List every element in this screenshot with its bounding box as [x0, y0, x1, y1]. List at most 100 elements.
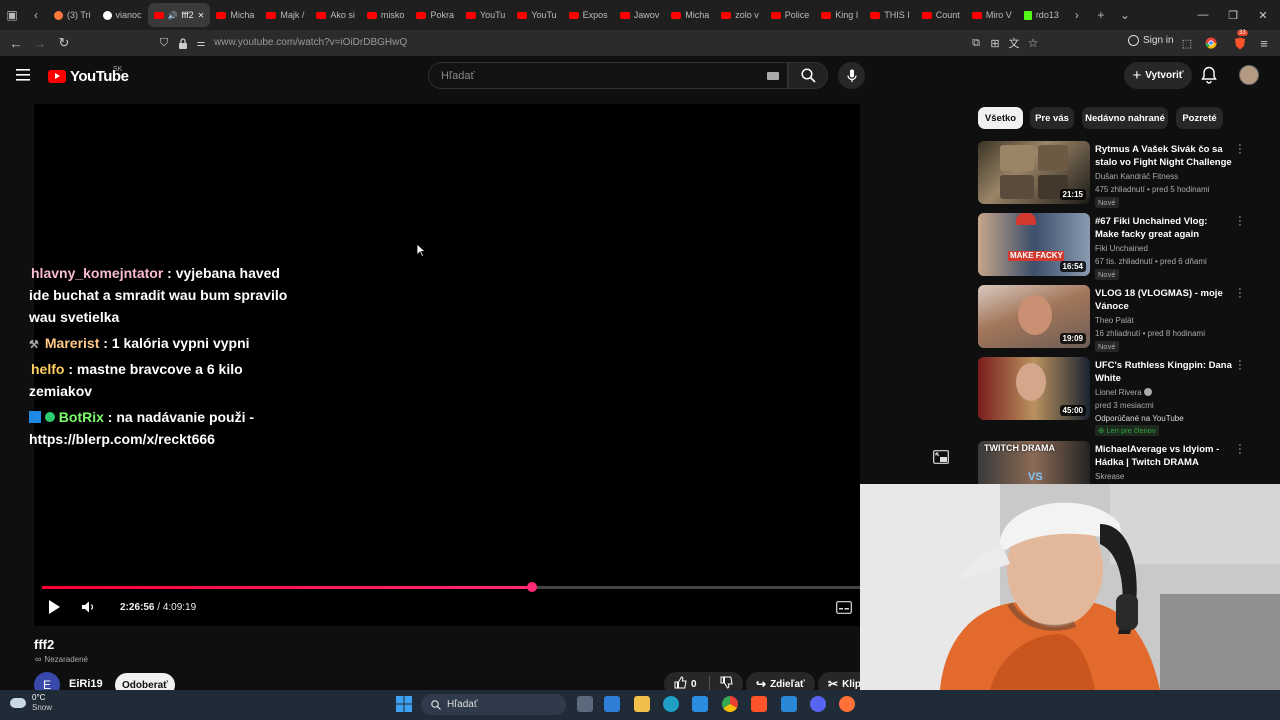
taskbar-search[interactable]: Hľadať	[421, 694, 566, 715]
more-options-icon[interactable]: · · ·	[1236, 356, 1244, 375]
subtitles-icon[interactable]	[836, 601, 852, 614]
shield-icon[interactable]: ⛉	[155, 34, 173, 52]
browser-tab[interactable]: Expos	[563, 3, 614, 27]
chrome-extension-icon[interactable]	[1202, 34, 1220, 52]
account-avatar[interactable]	[1239, 65, 1259, 85]
recommended-video[interactable]: 45:00 UFC's Ruthless Kingpin: Dana White…	[978, 356, 1270, 436]
install-app-icon[interactable]: ⊞	[986, 34, 1004, 52]
brave-icon[interactable]	[751, 696, 767, 712]
recommended-video[interactable]: MAKE FACKY GREAT AGAIN 16:54 #67 Fiki Un…	[978, 212, 1270, 280]
close-window-button[interactable]: ✕	[1248, 0, 1278, 30]
windows-start-icon[interactable]	[396, 696, 412, 712]
channel-name[interactable]: EiRi19	[69, 678, 103, 690]
site-settings-icon[interactable]: ⚌	[192, 34, 210, 52]
more-options-icon[interactable]: · · ·	[1236, 140, 1244, 159]
miniplayer-icon[interactable]	[933, 450, 949, 464]
video-title[interactable]: UFC's Ruthless Kingpin: Dana White	[1095, 359, 1233, 385]
edge-icon[interactable]	[663, 696, 679, 712]
maximize-button[interactable]: ❐	[1218, 0, 1248, 30]
minimize-button[interactable]: —	[1188, 0, 1218, 30]
recommended-video[interactable]: 21:15 Rytmus A Vašek Sivák čo sa stalo v…	[978, 140, 1270, 208]
brave-shield-icon[interactable]	[1231, 34, 1249, 52]
browser-tab[interactable]: King I	[815, 3, 864, 27]
notifications-bell-icon[interactable]	[1201, 66, 1219, 84]
microsoft-store-icon[interactable]	[604, 696, 620, 712]
tab-scroll-left-icon[interactable]: ‹	[24, 0, 48, 30]
browser-tab[interactable]: Micha	[210, 3, 260, 27]
browser-tab[interactable]: Micha	[665, 3, 715, 27]
browser-tab[interactable]: misko	[361, 3, 411, 27]
browser-tab[interactable]: Miro V	[966, 3, 1018, 27]
browser-tab[interactable]: 🔊 fff2 ✕	[147, 3, 211, 27]
screenshot-icon[interactable]: ⧉	[967, 34, 985, 52]
video-thumbnail[interactable]: TWITCH DRAMA VS	[978, 441, 1090, 484]
browser-tab[interactable]: Majk /	[260, 3, 310, 27]
notepad-icon[interactable]	[781, 696, 797, 712]
audio-playing-icon[interactable]: 🔊	[168, 11, 178, 20]
browser-tab[interactable]: vianoc	[97, 3, 148, 27]
browser-tab[interactable]: zolo v	[715, 3, 765, 27]
weather-widget[interactable]: 0°C Snow	[10, 693, 52, 713]
reload-button[interactable]: ↻	[55, 34, 73, 52]
browser-tab[interactable]: Police	[765, 3, 816, 27]
browser-tab[interactable]: (3) Tri	[48, 3, 97, 27]
more-options-icon[interactable]: · · ·	[1236, 212, 1244, 231]
firefox-icon[interactable]	[839, 696, 855, 712]
browser-tab[interactable]: Count	[916, 3, 966, 27]
task-view-icon[interactable]	[577, 696, 593, 712]
volume-icon[interactable]	[81, 600, 97, 616]
file-explorer-icon[interactable]	[634, 696, 650, 712]
translate-icon[interactable]: 文	[1005, 34, 1023, 52]
forward-button[interactable]: →	[31, 34, 49, 52]
video-title[interactable]: MichaelAverage vs Idyiom - Hádka | Twitc…	[1095, 443, 1233, 469]
channel-name[interactable]: Fiki Unchained	[1095, 242, 1148, 255]
browser-tab[interactable]: Ako si	[310, 3, 361, 27]
lock-icon[interactable]	[174, 34, 192, 52]
hamburger-menu-icon[interactable]	[16, 68, 32, 82]
extensions-icon[interactable]: ⬚	[1178, 34, 1196, 52]
browser-tab[interactable]: rdo13	[1018, 3, 1065, 27]
progress-scrubber[interactable]	[527, 582, 537, 592]
recommended-video[interactable]: 19:09 VLOG 18 (VLOGMAS) - moje Vánoce Th…	[978, 284, 1270, 352]
channel-name[interactable]: Theo Palát	[1095, 314, 1134, 327]
search-button[interactable]	[788, 62, 828, 89]
progress-bar[interactable]	[42, 582, 860, 592]
video-thumbnail[interactable]: 19:09	[978, 285, 1090, 348]
browser-tab[interactable]: THIS I	[864, 3, 916, 27]
browser-tab[interactable]: YouTu	[460, 3, 511, 27]
discord-icon[interactable]	[810, 696, 826, 712]
create-button[interactable]: + Vytvoriť	[1124, 62, 1192, 89]
address-bar[interactable]: www.youtube.com/watch?v=iOiDrDBGHwQ	[214, 37, 407, 48]
video-title[interactable]: Rytmus A Vašek Sivák čo sa stalo vo Figh…	[1095, 143, 1233, 169]
back-button[interactable]: ←	[7, 34, 25, 52]
channel-name[interactable]: Lionel Rivera	[1095, 386, 1152, 399]
tab-actions-icon[interactable]: ▣	[0, 0, 24, 30]
browser-tab[interactable]: Pokra	[410, 3, 460, 27]
video-title[interactable]: #67 Fiki Unchained Vlog: Make facky grea…	[1095, 215, 1233, 241]
search-box[interactable]: Hľadať	[428, 62, 788, 89]
video-thumbnail[interactable]: 45:00	[978, 357, 1090, 420]
voice-search-button[interactable]	[838, 62, 865, 89]
chip-for-you[interactable]: Pre vás	[1030, 107, 1074, 129]
play-icon[interactable]	[47, 599, 63, 615]
recommended-video[interactable]: TWITCH DRAMA VS MichaelAverage vs Idyiom…	[978, 441, 1270, 484]
photos-icon[interactable]	[692, 696, 708, 712]
channel-name[interactable]: Dušan Kandráč Fitness	[1095, 170, 1178, 183]
video-title[interactable]: VLOG 18 (VLOGMAS) - moje Vánoce	[1095, 287, 1233, 313]
sign-in-button[interactable]: Sign in	[1128, 35, 1174, 46]
keyboard-icon[interactable]	[767, 72, 779, 80]
bookmark-star-icon[interactable]: ☆	[1024, 34, 1042, 52]
browser-tab[interactable]: Jawov	[614, 3, 666, 27]
chip-watched[interactable]: Pozreté	[1176, 107, 1223, 129]
browser-menu-icon[interactable]: ≡	[1255, 34, 1273, 52]
close-tab-icon[interactable]: ✕	[198, 11, 205, 20]
video-thumbnail[interactable]: MAKE FACKY GREAT AGAIN 16:54	[978, 213, 1090, 276]
chip-all[interactable]: Všetko	[978, 107, 1023, 129]
search-input[interactable]: Hľadať	[441, 70, 475, 82]
channel-name[interactable]: Skrease	[1095, 470, 1124, 483]
more-options-icon[interactable]: · · ·	[1236, 284, 1244, 303]
chip-recently-uploaded[interactable]: Nedávno nahrané	[1082, 107, 1168, 129]
new-tab-button[interactable]: +	[1089, 0, 1113, 30]
more-options-icon[interactable]: · · ·	[1236, 441, 1244, 459]
tab-search-icon[interactable]: ⌄	[1113, 0, 1137, 30]
